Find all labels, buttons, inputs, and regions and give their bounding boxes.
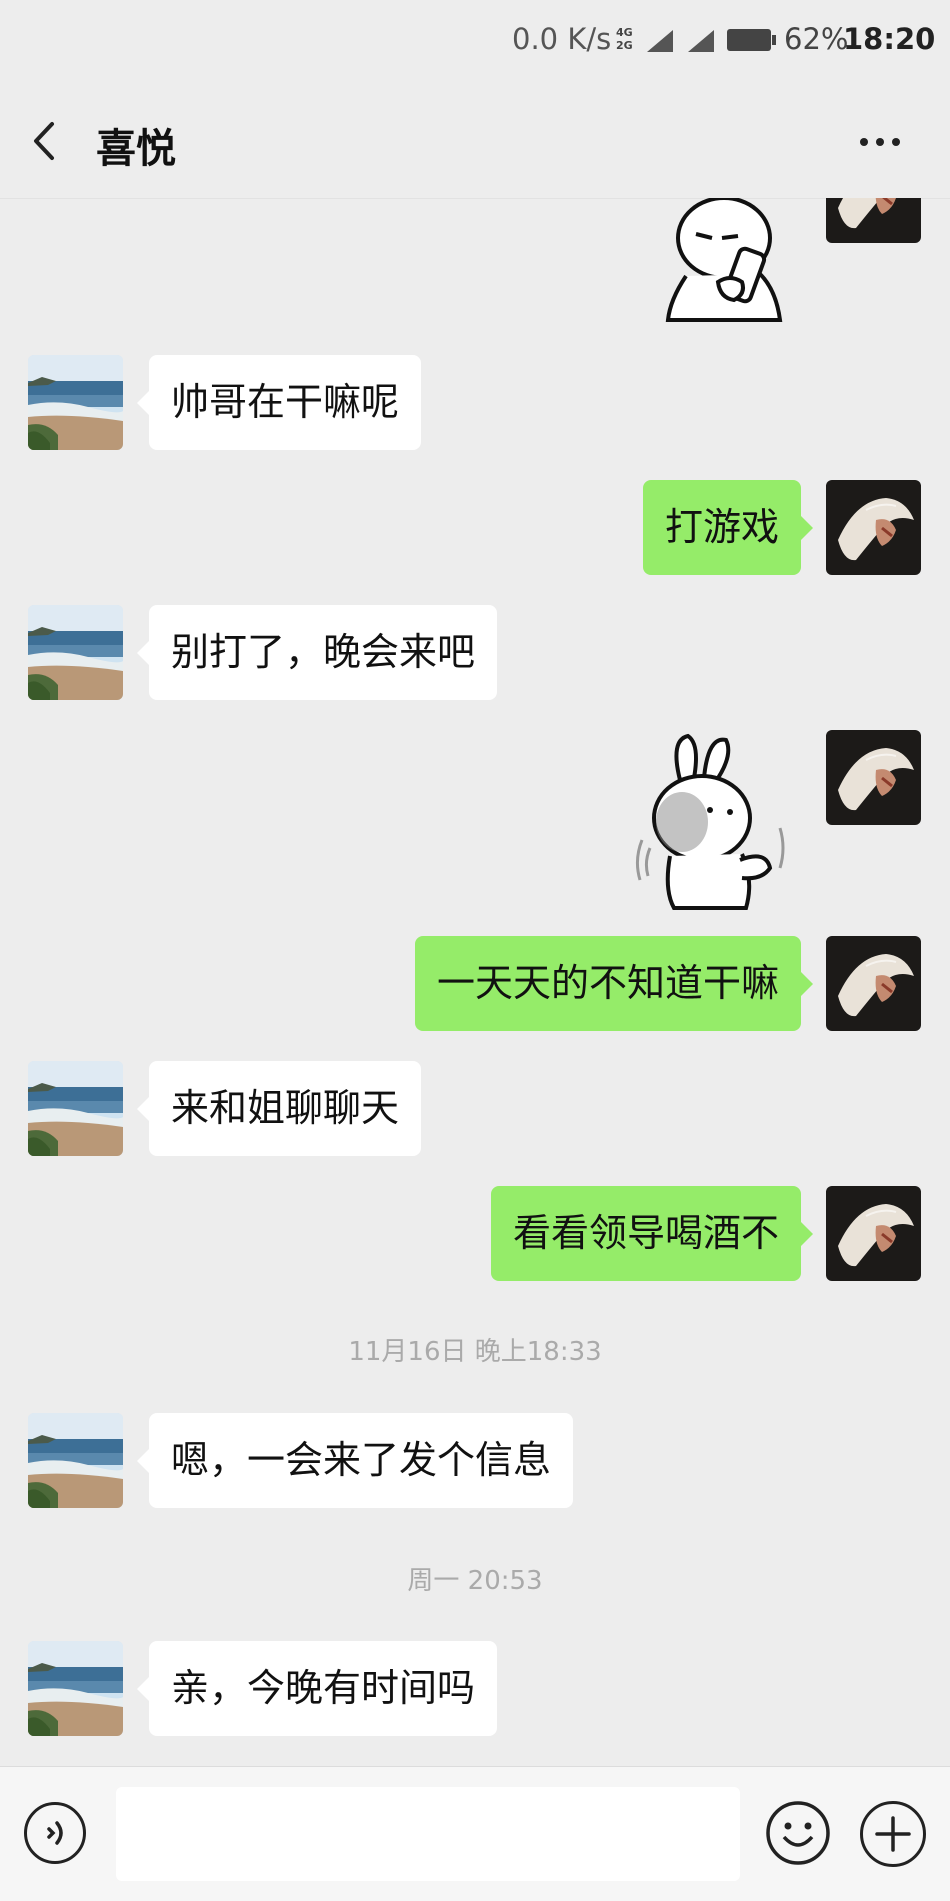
drinking-rabbit-sticker[interactable] <box>660 198 790 330</box>
contact-avatar[interactable] <box>28 605 123 700</box>
outgoing-message[interactable]: 看看领导喝酒不 <box>490 1186 814 1281</box>
battery-percent: 62% <box>784 22 849 56</box>
contact-avatar[interactable] <box>28 355 123 450</box>
incoming-message[interactable]: 亲，今晚有时间吗 <box>136 1641 498 1736</box>
chat-title: 喜悦 <box>96 126 176 172</box>
emoji-icon <box>766 1801 830 1865</box>
my-avatar[interactable] <box>826 480 921 575</box>
contact-avatar[interactable] <box>28 1413 123 1508</box>
waving-rabbit-sticker[interactable] <box>630 730 790 914</box>
contact-avatar[interactable] <box>28 1641 123 1736</box>
status-bar: 0.0 K/s 4G 2G 62% 18:20 <box>0 0 950 82</box>
signal-icon-2 <box>688 30 714 52</box>
battery-icon <box>727 29 776 51</box>
my-avatar[interactable] <box>826 730 921 825</box>
input-bar <box>0 1766 950 1901</box>
message-timestamp: 周一 20:53 <box>407 1566 543 1596</box>
my-avatar[interactable] <box>826 936 921 1031</box>
more-button[interactable] <box>852 122 908 162</box>
voice-icon <box>47 1821 63 1845</box>
outgoing-message[interactable]: 一天天的不知道干嘛 <box>414 936 814 1031</box>
more-functions-button[interactable] <box>860 1801 926 1867</box>
chevron-left-icon <box>34 122 54 160</box>
incoming-message[interactable]: 帅哥在干嘛呢 <box>136 355 422 450</box>
incoming-message[interactable]: 别打了，晚会来吧 <box>136 605 498 700</box>
plus-icon <box>875 1816 911 1852</box>
my-avatar[interactable] <box>826 198 921 243</box>
message-timestamp: 11月16日 晚上18:33 <box>348 1337 602 1367</box>
emoji-button[interactable] <box>764 1799 832 1867</box>
my-avatar[interactable] <box>826 1186 921 1281</box>
message-list[interactable]: 帅哥在干嘛呢 打游戏 别打了，晚会来吧 一天天的不知道干嘛 来和姐聊聊天 看看领… <box>0 198 950 1766</box>
outgoing-message[interactable]: 打游戏 <box>642 480 814 575</box>
voice-button[interactable] <box>24 1802 86 1864</box>
incoming-message[interactable]: 嗯，一会来了发个信息 <box>136 1413 574 1508</box>
network-speed: 0.0 K/s <box>512 22 612 56</box>
status-time: 18:20 <box>843 22 936 56</box>
incoming-message[interactable]: 来和姐聊聊天 <box>136 1061 422 1156</box>
network-4g-label: 4G <box>616 26 633 39</box>
network-type: 4G 2G <box>616 26 633 52</box>
chat-header: 喜悦 <box>0 82 950 199</box>
signal-icon <box>647 30 673 52</box>
back-button[interactable] <box>22 116 72 166</box>
contact-avatar[interactable] <box>28 1061 123 1156</box>
message-input[interactable] <box>116 1787 740 1881</box>
more-dots-icon <box>860 138 900 146</box>
network-2g-label: 2G <box>616 39 633 52</box>
